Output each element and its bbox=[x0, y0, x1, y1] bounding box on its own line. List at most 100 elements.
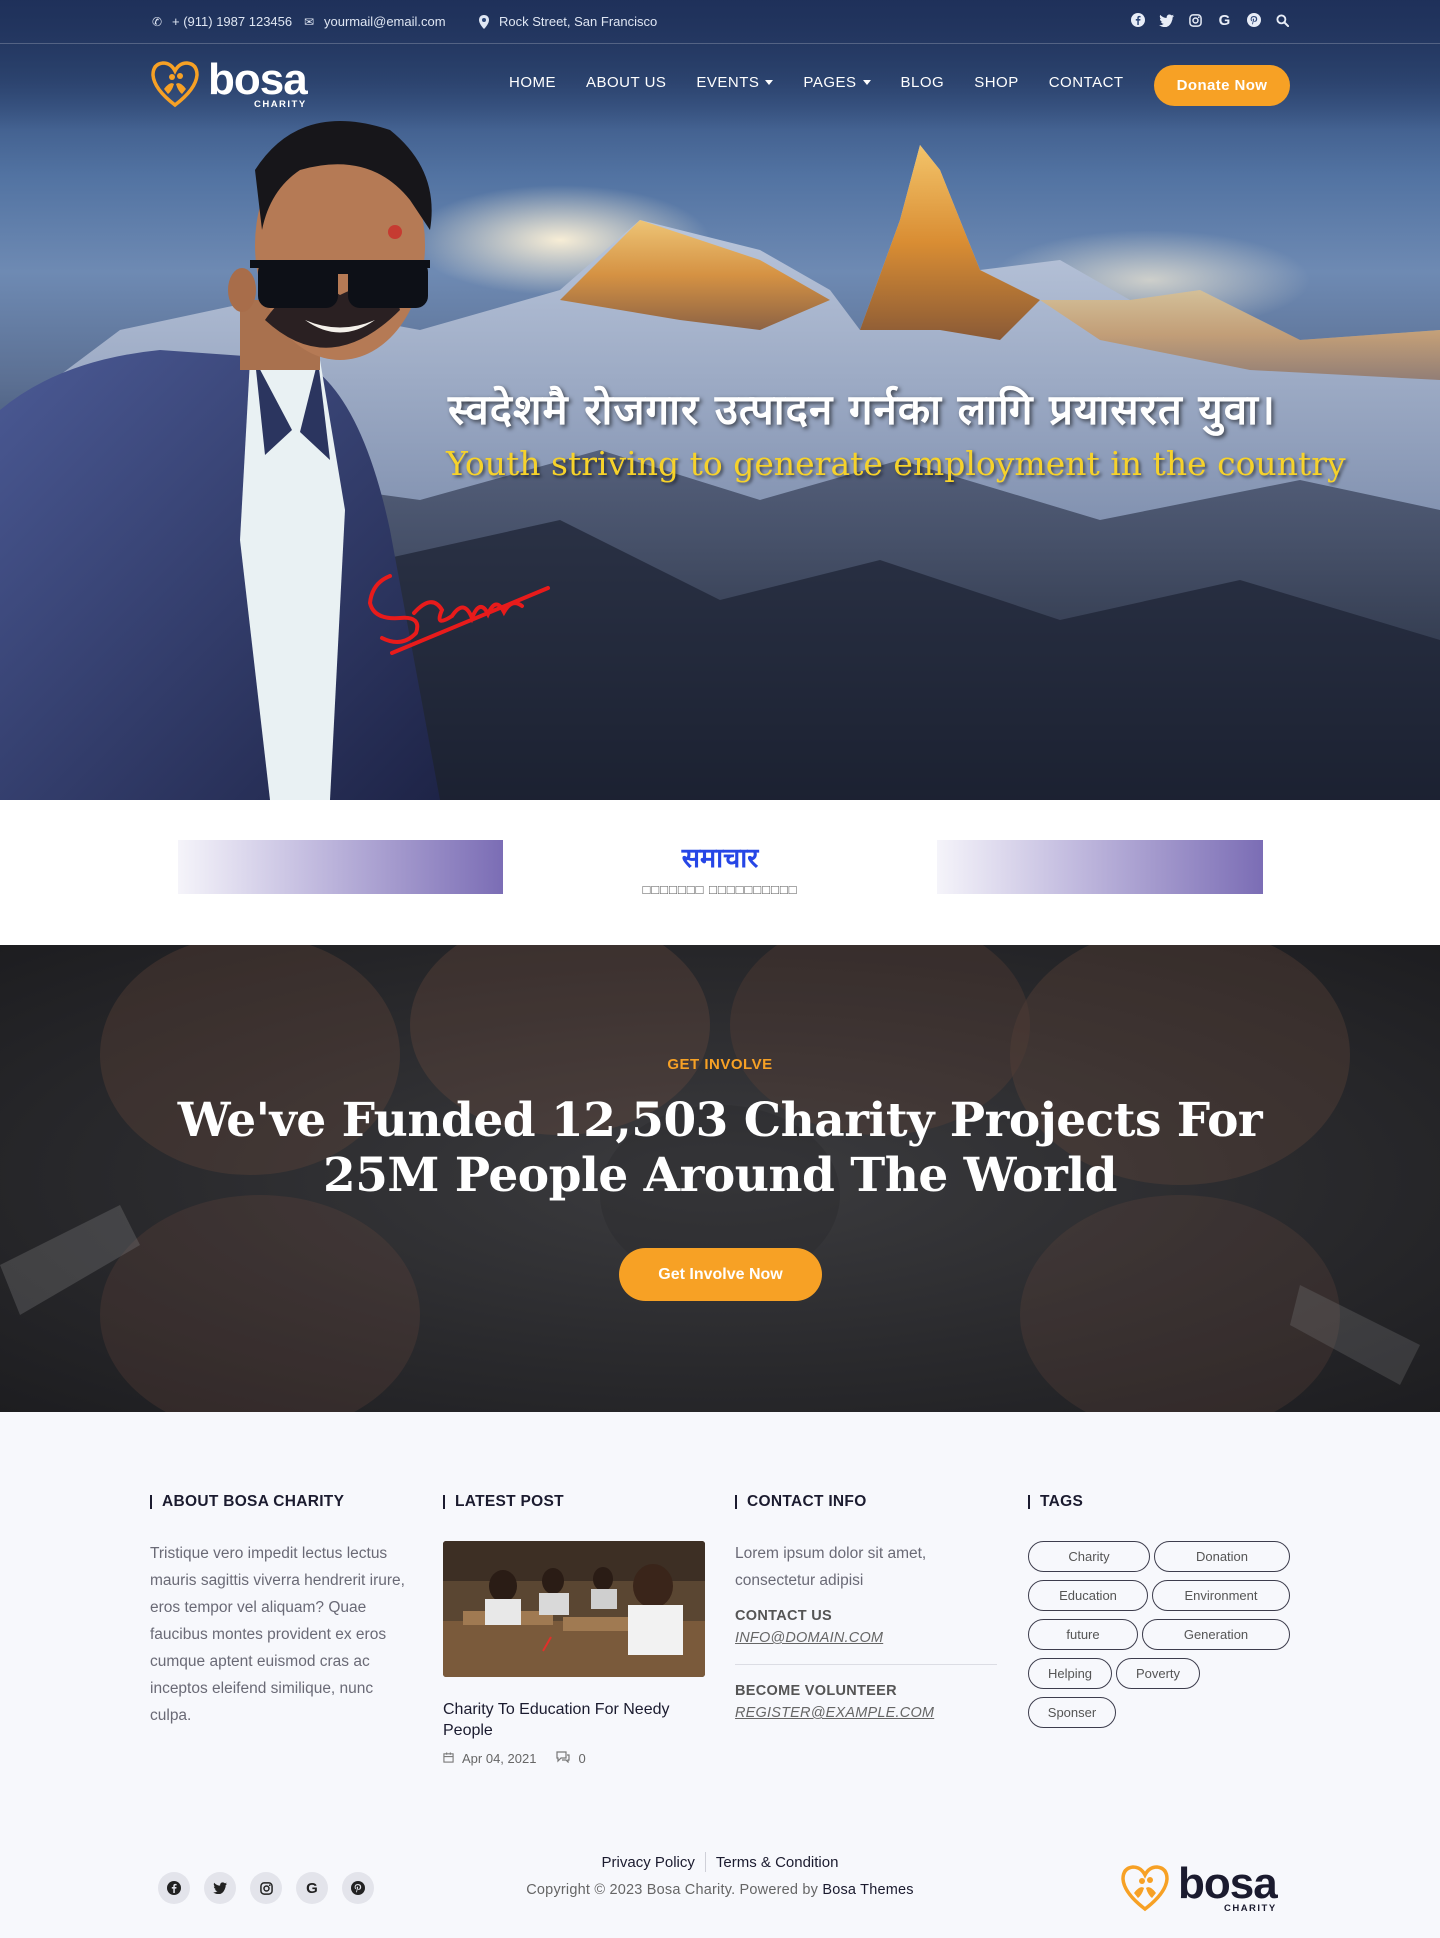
title-marker bbox=[150, 1495, 152, 1509]
google-icon[interactable]: G bbox=[1217, 12, 1232, 29]
involve-headline: We've Funded 12,503 Charity Projects For… bbox=[177, 1093, 1263, 1203]
twitter-icon[interactable] bbox=[204, 1872, 236, 1904]
footer-logo[interactable]: bosa CHARITY bbox=[1120, 1859, 1278, 1914]
footer-bottom-bar: Privacy Policy Terms & Condition Copyrig… bbox=[0, 1850, 1440, 1930]
title-marker bbox=[735, 1495, 737, 1509]
footer-tags-title-text: TAGS bbox=[1040, 1493, 1084, 1510]
heart-hands-logo-icon bbox=[1121, 1864, 1169, 1911]
calendar-icon bbox=[443, 1751, 454, 1766]
hero-english-headline: Youth striving to generate employment in… bbox=[446, 444, 1346, 483]
footer-contact-title: CONTACT INFO bbox=[735, 1492, 997, 1512]
heart-hands-logo-icon bbox=[151, 60, 199, 107]
title-marker bbox=[443, 1495, 445, 1509]
contact-us-heading: CONTACT US bbox=[735, 1608, 832, 1624]
chevron-down-icon bbox=[765, 80, 774, 85]
tag-donation[interactable]: Donation bbox=[1154, 1541, 1290, 1572]
tag-education[interactable]: Education bbox=[1028, 1580, 1148, 1611]
nav-shop[interactable]: SHOP bbox=[974, 74, 1019, 91]
footer-tags-title: TAGS bbox=[1028, 1492, 1290, 1512]
main-navigation: HOME ABOUT US EVENTS PAGES BLOG SHOP CON… bbox=[509, 74, 1154, 91]
hero-person-image bbox=[0, 121, 440, 800]
facebook-icon[interactable] bbox=[158, 1872, 190, 1904]
become-volunteer-heading: BECOME VOLUNTEER bbox=[735, 1683, 897, 1699]
footer-logo-wordmark: bosa bbox=[1178, 1859, 1278, 1908]
topbar-phone-text: + (911) 1987 123456 bbox=[172, 14, 293, 29]
footer-latest-post-column: LATEST POST Charity To Education For Nee… bbox=[443, 1492, 705, 1766]
topbar-email[interactable]: ✉ yourmail@email.com bbox=[302, 14, 446, 29]
instagram-icon[interactable] bbox=[250, 1872, 282, 1904]
privacy-policy-link[interactable]: Privacy Policy bbox=[602, 1854, 695, 1871]
nav-pages[interactable]: PAGES bbox=[803, 74, 871, 91]
nav-contact[interactable]: CONTACT bbox=[1049, 74, 1124, 91]
phone-icon: ✆ bbox=[151, 14, 163, 29]
instagram-icon[interactable] bbox=[1188, 12, 1203, 28]
tag-generation[interactable]: Generation bbox=[1142, 1619, 1290, 1650]
news-section: समाचार □□□□□□□ □□□□□□□□□□ bbox=[0, 800, 1440, 945]
get-involve-now-button[interactable]: Get Involve Now bbox=[619, 1248, 822, 1301]
nav-about-us[interactable]: ABOUT US bbox=[586, 74, 666, 91]
nav-contact-label: CONTACT bbox=[1048, 74, 1124, 91]
comments-icon bbox=[556, 1751, 571, 1766]
topbar-address: Rock Street, San Francisco bbox=[477, 14, 657, 29]
topbar-social-icons: G bbox=[1130, 12, 1290, 29]
search-icon[interactable] bbox=[1275, 12, 1290, 28]
google-icon[interactable]: G bbox=[296, 1872, 328, 1904]
topbar-email-text: yourmail@email.com bbox=[324, 14, 446, 29]
pinterest-icon[interactable] bbox=[1246, 12, 1261, 28]
footer-about-text: Tristique vero impedit lectus lectus mau… bbox=[150, 1545, 405, 1724]
pinterest-icon[interactable] bbox=[342, 1872, 374, 1904]
topbar-phone[interactable]: ✆ + (911) 1987 123456 bbox=[150, 14, 292, 29]
involve-kicker: GET INVOLVE bbox=[667, 1056, 773, 1073]
terms-condition-link[interactable]: Terms & Condition bbox=[716, 1854, 839, 1871]
nav-about-us-label: ABOUT US bbox=[586, 74, 667, 91]
powered-by-link[interactable]: Bosa Themes bbox=[822, 1882, 913, 1898]
footer-about-title-text: ABOUT BOSA CHARITY bbox=[162, 1493, 345, 1510]
latest-post-comment-count: 0 bbox=[578, 1751, 586, 1766]
latest-post-image[interactable] bbox=[443, 1541, 705, 1677]
footer-tags-column: TAGS Charity Donation Education Environm… bbox=[1028, 1492, 1290, 1728]
volunteer-email-link[interactable]: REGISTER@EXAMPLE.COM bbox=[735, 1705, 997, 1721]
chevron-down-icon bbox=[862, 80, 871, 85]
news-decor-bar-left bbox=[178, 840, 503, 894]
top-info-bar: ✆ + (911) 1987 123456 ✉ yourmail@email.c… bbox=[0, 0, 1440, 44]
facebook-icon[interactable] bbox=[1130, 12, 1145, 28]
site-logo[interactable]: bosa CHARITY bbox=[150, 55, 308, 110]
tag-sponser[interactable]: Sponser bbox=[1028, 1697, 1116, 1728]
nav-events[interactable]: EVENTS bbox=[696, 74, 774, 91]
footer-contact-column: CONTACT INFO Lorem ipsum dolor sit amet,… bbox=[735, 1492, 997, 1721]
tag-future[interactable]: future bbox=[1028, 1619, 1138, 1650]
footer-contact-title-text: CONTACT INFO bbox=[747, 1493, 867, 1510]
footer-contact-text: Lorem ipsum dolor sit amet, consectetur … bbox=[735, 1545, 927, 1589]
tag-poverty[interactable]: Poverty bbox=[1116, 1658, 1200, 1689]
nav-pages-label: PAGES bbox=[803, 74, 857, 91]
latest-post-title[interactable]: Charity To Education For Needy People bbox=[443, 1699, 705, 1741]
tag-helping[interactable]: Helping bbox=[1028, 1658, 1112, 1689]
get-involved-section: GET INVOLVE We've Funded 12,503 Charity … bbox=[0, 945, 1440, 1412]
copyright-prefix: Copyright © 2023 Bosa Charity. Powered b… bbox=[526, 1882, 823, 1898]
latest-post-meta: Apr 04, 2021 0 bbox=[443, 1751, 705, 1766]
latest-post-date: Apr 04, 2021 bbox=[462, 1751, 537, 1766]
envelope-icon: ✉ bbox=[303, 14, 315, 29]
twitter-icon[interactable] bbox=[1159, 12, 1174, 28]
footer-latest-title: LATEST POST bbox=[443, 1492, 705, 1512]
hero-banner: स्वदेशमै रोजगार उत्पादन गर्नका लागि प्रय… bbox=[0, 0, 1440, 800]
donate-now-button[interactable]: Donate Now bbox=[1154, 65, 1290, 106]
nav-home[interactable]: HOME bbox=[509, 74, 556, 91]
map-pin-icon bbox=[477, 14, 491, 29]
footer-about-column: ABOUT BOSA CHARITY Tristique vero impedi… bbox=[150, 1492, 415, 1729]
logo-wordmark: bosa bbox=[208, 55, 308, 104]
nav-shop-label: SHOP bbox=[974, 74, 1019, 91]
tag-charity[interactable]: Charity bbox=[1028, 1541, 1150, 1572]
site-footer: ABOUT BOSA CHARITY Tristique vero impedi… bbox=[0, 1412, 1440, 1938]
nav-blog[interactable]: BLOG bbox=[901, 74, 945, 91]
news-title: समाचार bbox=[681, 843, 759, 874]
contact-email-link[interactable]: INFO@DOMAIN.COM bbox=[735, 1630, 997, 1646]
hero-nepali-headline: स्वदेशमै रोजगार उत्पादन गर्नका लागि प्रय… bbox=[448, 385, 1276, 434]
tag-cloud: Charity Donation Education Environment f… bbox=[1028, 1541, 1290, 1728]
nav-blog-label: BLOG bbox=[900, 74, 945, 91]
tag-environment[interactable]: Environment bbox=[1152, 1580, 1290, 1611]
footer-about-title: ABOUT BOSA CHARITY bbox=[150, 1492, 415, 1512]
signature-image bbox=[367, 574, 550, 655]
contact-divider bbox=[735, 1664, 997, 1665]
legal-divider bbox=[704, 1852, 706, 1872]
